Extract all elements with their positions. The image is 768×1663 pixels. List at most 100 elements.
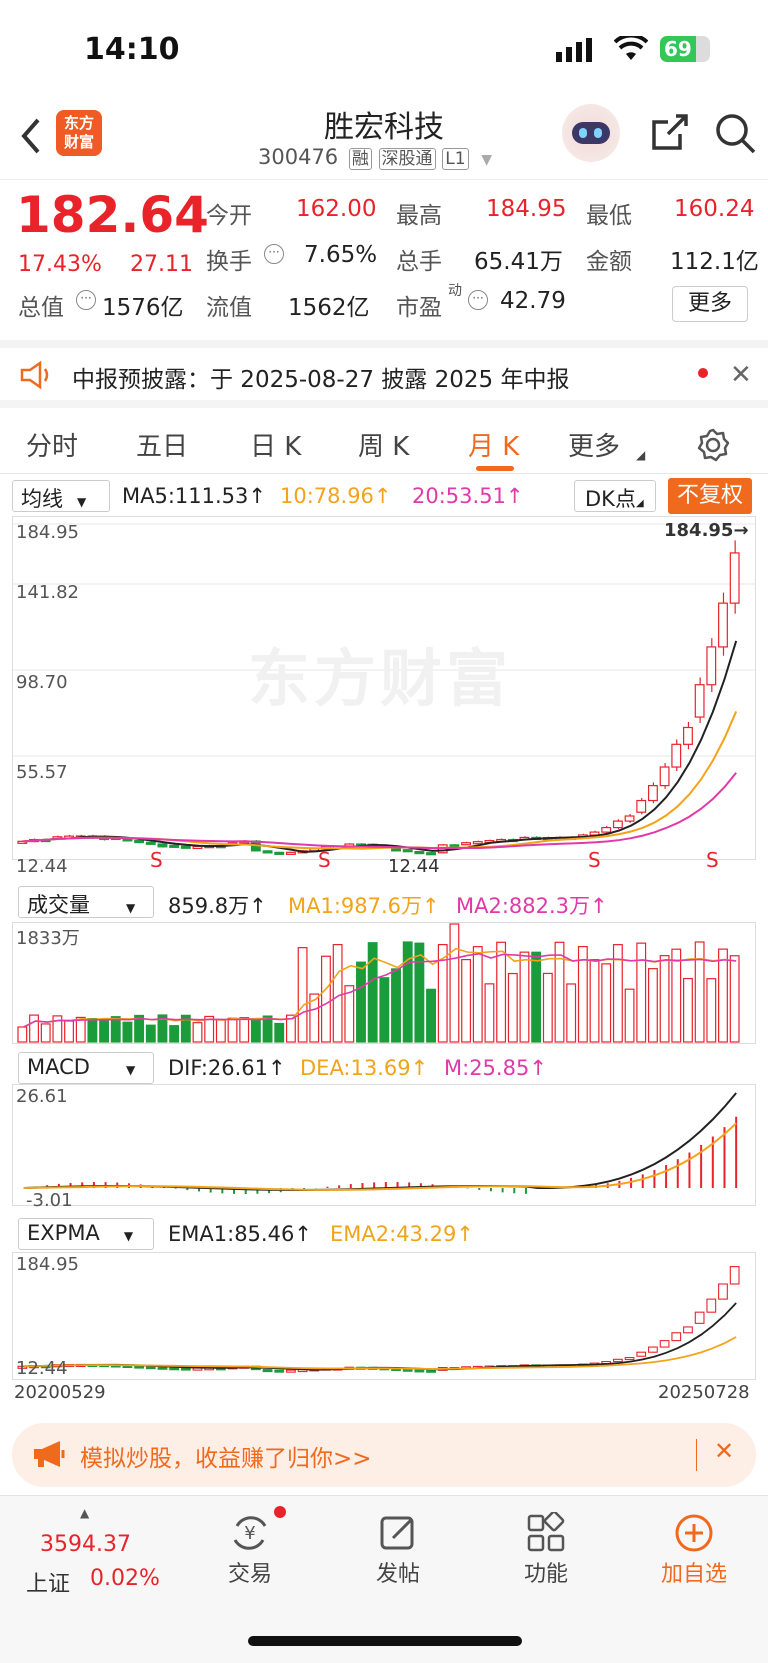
- megaphone-icon: [32, 1439, 68, 1473]
- expma-candle: [636, 1351, 647, 1357]
- expma-candle: [402, 1368, 413, 1372]
- dk-point-label: DK点: [585, 487, 636, 511]
- volume-value: 859.8万↑: [168, 894, 267, 918]
- search-icon[interactable]: [714, 112, 756, 158]
- index-widget[interactable]: ▲ 3594.37 上证 0.02%: [20, 1506, 170, 1606]
- expma-y-top: 184.95: [16, 1254, 79, 1275]
- date-end: 20250728: [658, 1382, 750, 1403]
- quote-panel: 182.64 17.43% 27.11 今开 162.00 最高 184.95 …: [0, 182, 768, 334]
- caret-up-icon: ▲: [80, 1506, 90, 1520]
- stock-code-row[interactable]: 300476 融 深股通 L1 ▼: [258, 144, 492, 170]
- dropdown-icon: ▼: [481, 152, 492, 168]
- candle-body: [262, 850, 273, 854]
- tab-daily-k[interactable]: 日 K: [250, 426, 301, 463]
- sell-mark: S: [318, 848, 331, 872]
- tab-monthly-k[interactable]: 月 K: [468, 426, 519, 463]
- caret-icon: ◢: [635, 498, 644, 509]
- svg-text:¥: ¥: [244, 1523, 255, 1544]
- volume-bar: [472, 946, 483, 1043]
- grid-icon: [496, 1510, 596, 1556]
- adjustment-button[interactable]: 不复权: [668, 478, 752, 514]
- label-high: 最高: [396, 203, 442, 229]
- add-circle-icon: [644, 1512, 744, 1556]
- volume-bar: [636, 942, 647, 1043]
- robot-assistant-icon[interactable]: [562, 104, 620, 162]
- change-amount: 27.11: [130, 252, 193, 277]
- expma-candle: [706, 1298, 717, 1313]
- value-open: 162.00: [296, 196, 377, 222]
- caret-down-icon: ▼: [123, 1229, 134, 1243]
- info-dots-icon[interactable]: ···: [468, 290, 488, 310]
- nav-functions[interactable]: 功能: [496, 1510, 596, 1588]
- volume-bar: [461, 958, 472, 1043]
- ma5-value: MA5:111.53↑: [122, 484, 266, 508]
- current-price: 182.64: [16, 186, 209, 244]
- volume-bar: [449, 923, 460, 1043]
- tab-intraday[interactable]: 分时: [26, 426, 78, 463]
- expma-candle: [180, 1367, 191, 1371]
- macd-m: M:25.85↑: [444, 1056, 547, 1080]
- nav-trade-label: 交易: [227, 1562, 272, 1587]
- volume-y-label: 1833万: [16, 928, 80, 949]
- volume-bar: [531, 951, 542, 1043]
- expma-candle: [274, 1369, 285, 1373]
- tab-more[interactable]: 更多: [568, 426, 620, 463]
- expma-candle: [612, 1358, 623, 1363]
- volume-bar: [367, 942, 378, 1043]
- simulated-trading-banner[interactable]: 模拟炒股，收益赚了归你>> ✕: [12, 1423, 756, 1487]
- info-dots-icon[interactable]: ···: [76, 290, 96, 310]
- y-label-top: 184.95: [16, 522, 79, 543]
- disclosure-notice[interactable]: 中报预披露：于 2025-08-27 披露 2025 年中报 ✕: [0, 340, 768, 408]
- volume-bar: [379, 977, 390, 1043]
- nav-trade[interactable]: ¥ 交易: [200, 1506, 300, 1588]
- macd-selector[interactable]: MACD ▼: [18, 1052, 154, 1084]
- settings-gear-icon[interactable]: [696, 428, 730, 466]
- volume-bar: [75, 1016, 86, 1043]
- volume-bar: [40, 1023, 51, 1043]
- expma-selector[interactable]: EXPMA ▼: [18, 1218, 154, 1250]
- more-button[interactable]: 更多: [672, 286, 748, 322]
- dk-point-button[interactable]: DK点◢: [574, 480, 656, 512]
- trade-icon: ¥: [200, 1512, 300, 1556]
- candle-body: [694, 684, 705, 718]
- stock-header: 东方 财富 胜宏科技 300476 融 深股通 L1 ▼: [0, 96, 768, 180]
- expma-candle: [414, 1369, 425, 1373]
- tab-weekly-k[interactable]: 周 K: [358, 426, 409, 463]
- value-float-cap: 1562亿: [288, 295, 370, 321]
- volume-bar: [496, 941, 507, 1043]
- nav-post[interactable]: 发帖: [348, 1512, 448, 1588]
- close-icon[interactable]: ✕: [730, 360, 752, 390]
- info-dots-icon[interactable]: ···: [264, 244, 284, 264]
- candle-body: [729, 552, 740, 604]
- volume-bar: [250, 1020, 261, 1043]
- expma-selector-label: EXPMA: [27, 1221, 100, 1245]
- candle-body: [285, 851, 296, 855]
- volume-bar: [659, 955, 670, 1043]
- volume-bar: [647, 968, 658, 1043]
- nav-add-watchlist[interactable]: 加自选: [644, 1512, 744, 1588]
- caret-down-icon: ▼: [125, 1063, 136, 1077]
- value-amount: 112.1亿: [670, 249, 759, 275]
- volume-bar: [274, 1022, 285, 1043]
- y-label-2: 141.82: [16, 582, 79, 603]
- more-caret-icon: ◢: [636, 448, 646, 462]
- candle-body: [134, 839, 145, 844]
- low-marker: 12.44: [388, 856, 440, 877]
- volume-bar: [87, 1018, 98, 1043]
- volume-bar: [122, 1021, 133, 1043]
- candle-body: [659, 766, 670, 787]
- volume-selector[interactable]: 成交量 ▼: [18, 886, 154, 918]
- ma-selector[interactable]: 均线 ▼: [12, 480, 110, 512]
- close-icon[interactable]: ✕: [714, 1437, 734, 1465]
- share-icon[interactable]: [650, 112, 690, 156]
- volume-bar: [64, 1020, 74, 1043]
- tab-five-day[interactable]: 五日: [136, 426, 188, 463]
- volume-bar: [624, 988, 635, 1043]
- y-label-4: 55.57: [16, 762, 68, 783]
- value-pe: 42.79: [500, 288, 566, 314]
- expma-candle: [659, 1340, 670, 1348]
- expma-candle: [169, 1367, 180, 1371]
- sell-mark: S: [706, 848, 719, 872]
- caret-down-icon: ▼: [77, 495, 87, 509]
- battery-level: 69: [664, 37, 692, 61]
